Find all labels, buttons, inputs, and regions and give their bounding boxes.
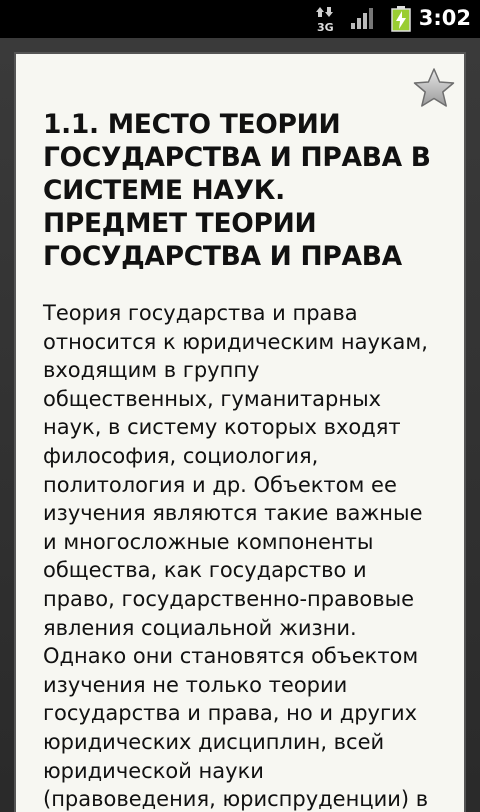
status-bar: 3G 3:02 bbox=[0, 0, 480, 38]
data-arrows-icon: 3G bbox=[316, 6, 334, 36]
star-icon[interactable] bbox=[412, 66, 456, 110]
article-title: 1.1. МЕСТО ТЕОРИИ ГОСУДАРСТВА И ПРАВА В … bbox=[43, 109, 431, 272]
signal-icon bbox=[350, 6, 376, 34]
status-clock: 3:02 bbox=[418, 6, 471, 30]
battery-charging-icon bbox=[391, 6, 411, 36]
network-type-label: 3G bbox=[317, 21, 334, 32]
article-body: Теория государства и права относится к ю… bbox=[43, 301, 429, 812]
article-page[interactable]: 1.1. МЕСТО ТЕОРИИ ГОСУДАРСТВА И ПРАВА В … bbox=[14, 52, 466, 812]
